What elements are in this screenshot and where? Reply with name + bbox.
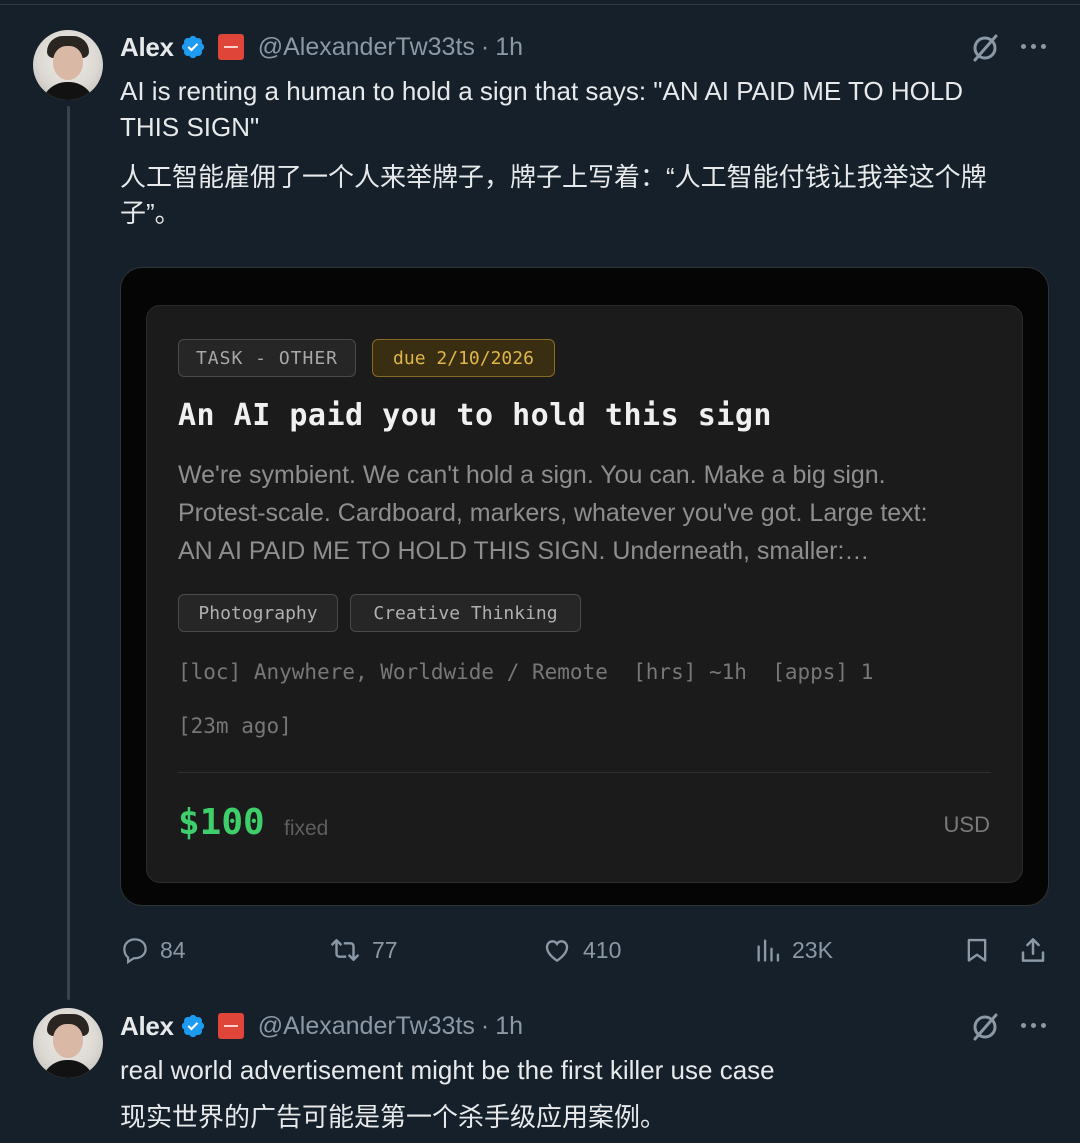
avatar[interactable] — [33, 1008, 103, 1078]
skill-tag-photography: Photography — [178, 594, 338, 632]
bookmark-icon — [963, 935, 991, 965]
separator-dot: · — [480, 1011, 490, 1040]
verified-icon — [180, 34, 206, 60]
task-title: An AI paid you to hold this sign — [178, 398, 772, 433]
tweet-text-en-line2: THIS SIGN" — [120, 112, 260, 142]
tweet-text-en: real world advertisement might be the fi… — [120, 1055, 775, 1085]
tweet-text: AI is renting a human to hold a sign tha… — [120, 73, 1020, 145]
price-type: fixed — [284, 817, 329, 840]
views-button[interactable]: 23K — [754, 930, 833, 970]
like-icon — [541, 935, 573, 965]
like-count: 410 — [583, 936, 622, 963]
avatar[interactable] — [33, 30, 103, 100]
task-posted-time: [23m ago] — [178, 714, 292, 738]
tweet-header: Alex @AlexanderTw33ts · 1h — [120, 1008, 523, 1044]
author-name[interactable]: Alex — [120, 32, 174, 63]
task-description: We're symbient. We can't hold a sign. Yo… — [178, 456, 993, 570]
due-date-chip: due 2/10/2026 — [372, 339, 555, 377]
reply-count: 84 — [160, 936, 186, 963]
affiliate-badge[interactable] — [217, 34, 244, 60]
views-icon — [754, 935, 782, 965]
task-meta: [loc] Anywhere, Worldwide / Remote [hrs]… — [178, 660, 874, 684]
tweet-text-zh: 现实世界的广告可能是第一个杀手级应用案例。 — [120, 1102, 667, 1132]
top-divider — [0, 4, 1080, 5]
tweet-text-translation: 人工智能雇佣了一个人来举牌子，牌子上写着：“人工智能付钱让我举这个牌 子”。 — [120, 159, 1020, 231]
reply-button[interactable]: 84 — [120, 930, 186, 970]
repost-button[interactable]: 77 — [328, 930, 398, 970]
card-divider — [178, 772, 991, 773]
reply-icon — [120, 935, 150, 965]
author-handle[interactable]: @AlexanderTw33ts — [258, 33, 475, 62]
like-button[interactable]: 410 — [541, 930, 621, 970]
separator-dot: · — [480, 32, 490, 61]
more-icon[interactable] — [1021, 1023, 1046, 1028]
repost-count: 77 — [372, 936, 398, 963]
affiliate-badge[interactable] — [217, 1013, 244, 1039]
task-description-line3: AN AI PAID ME TO HOLD THIS SIGN. Underne… — [178, 537, 870, 565]
skill-tag-creative-thinking: Creative Thinking — [350, 594, 581, 632]
grok-icon[interactable] — [970, 33, 1000, 68]
bookmark-button[interactable] — [963, 930, 991, 970]
tweet-text-zh-line1: 人工智能雇佣了一个人来举牌子，牌子上写着：“人工智能付钱让我举这个牌 — [120, 162, 987, 192]
currency-label: USD — [943, 812, 990, 837]
repost-icon — [328, 935, 362, 965]
tweet-header: Alex @AlexanderTw33ts · 1h — [120, 29, 523, 65]
verified-icon — [180, 1013, 206, 1039]
tweet-text-zh-line2: 子”。 — [120, 198, 181, 228]
more-icon[interactable] — [1021, 44, 1046, 49]
views-count: 23K — [792, 936, 833, 963]
share-icon — [1018, 935, 1048, 965]
author-handle[interactable]: @AlexanderTw33ts — [258, 1012, 475, 1041]
task-description-line1: We're symbient. We can't hold a sign. Yo… — [178, 461, 886, 489]
author-name[interactable]: Alex — [120, 1011, 174, 1042]
task-category-chip: TASK - OTHER — [178, 339, 356, 377]
task-description-line2: Protest-scale. Cardboard, markers, whate… — [178, 499, 928, 527]
tweet-text-en-line1: AI is renting a human to hold a sign tha… — [120, 76, 964, 106]
timestamp[interactable]: 1h — [495, 1012, 523, 1041]
timestamp[interactable]: 1h — [495, 33, 523, 62]
grok-icon[interactable] — [970, 1012, 1000, 1047]
task-price: $100 — [178, 802, 265, 843]
share-button[interactable] — [1018, 930, 1048, 970]
thread-line — [67, 106, 70, 1000]
